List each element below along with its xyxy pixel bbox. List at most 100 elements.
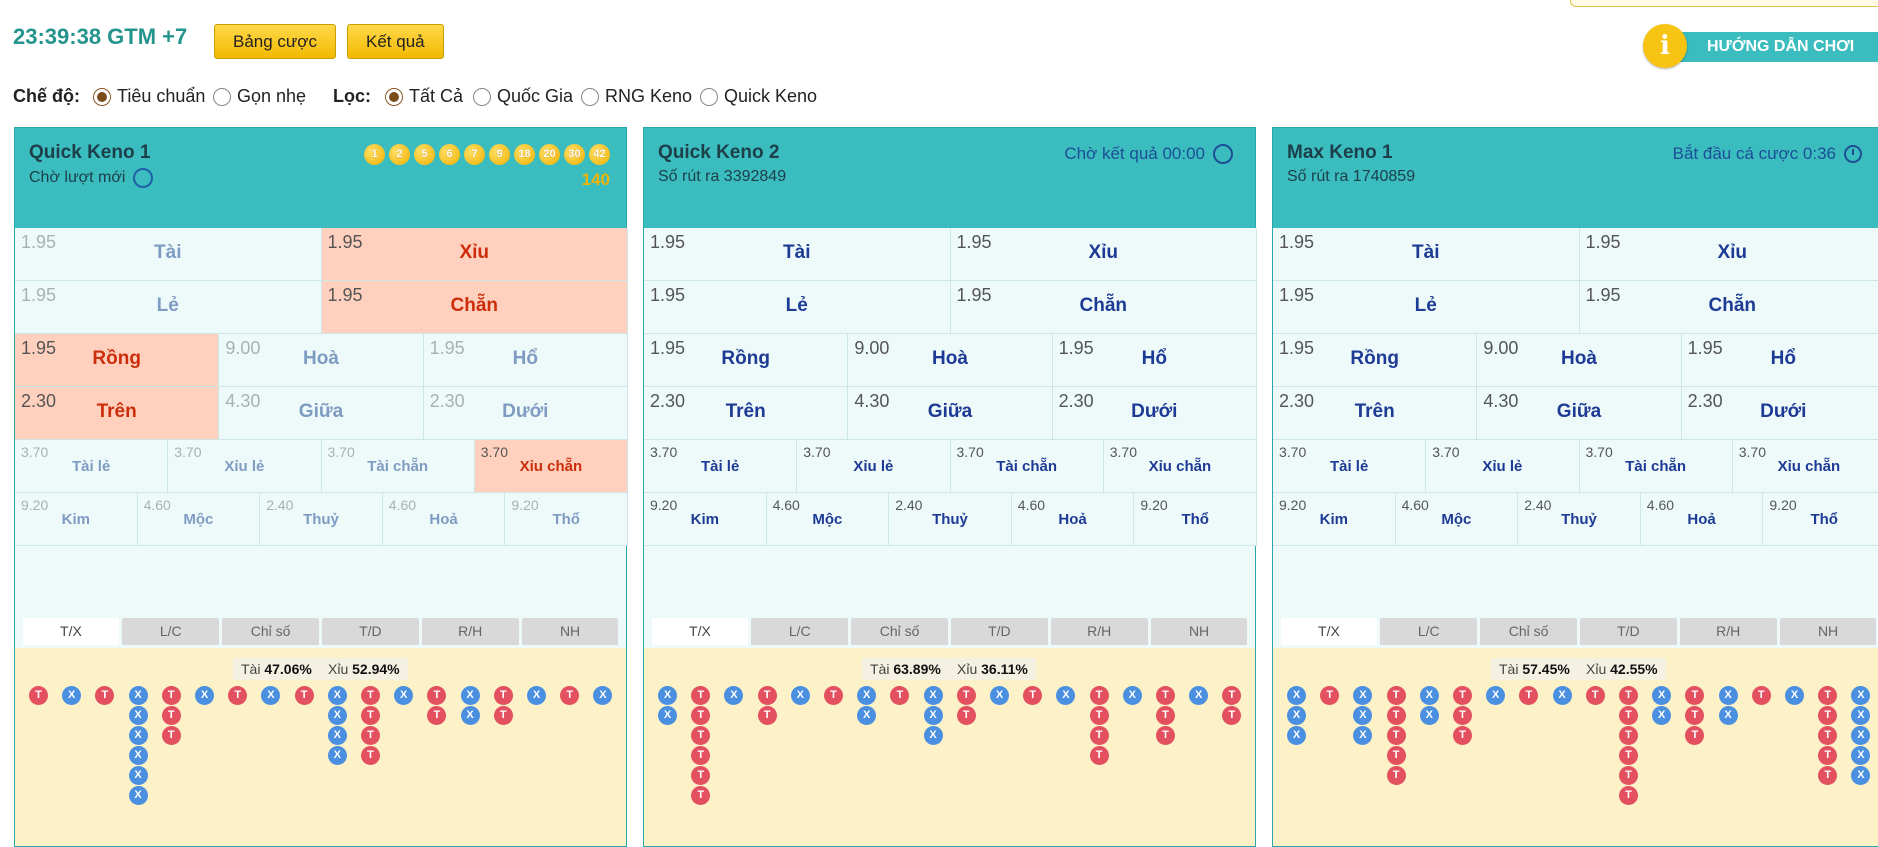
bet-cell-hoa[interactable]: 9.00Hoà <box>848 334 1052 387</box>
tab-chi-so[interactable]: Chỉ số <box>1480 618 1577 645</box>
bet-name: Tài chẵn <box>322 458 474 475</box>
bet-cell-giua[interactable]: 4.30Giữa <box>1477 387 1681 440</box>
bet-table-button[interactable]: Bảng cược <box>214 24 336 59</box>
bead-xiu: X <box>527 686 546 705</box>
radio-icon <box>385 88 403 106</box>
bet-cell-hoa[interactable]: 9.00Hoà <box>219 334 423 387</box>
bet-cell-xiu-chan[interactable]: 3.70Xỉu chẵn <box>1104 440 1257 493</box>
tai-value: 47.06% <box>264 661 311 677</box>
bet-cell-kim[interactable]: 9.20Kim <box>1273 493 1396 546</box>
bet-cell-tren[interactable]: 2.30Trên <box>1273 387 1477 440</box>
tab-l-c[interactable]: L/C <box>122 618 219 645</box>
tab-r-h[interactable]: R/H <box>1051 618 1148 645</box>
bead-tai: T <box>1222 686 1241 705</box>
bead-xiu: X <box>1851 686 1870 705</box>
mode-radio-standard[interactable]: Tiêu chuẩn <box>93 86 205 107</box>
tab-t-x[interactable]: T/X <box>652 618 749 645</box>
bet-cell-thuy[interactable]: 2.40Thuỷ <box>1518 493 1641 546</box>
bet-cell-rong[interactable]: 1.95Rồng <box>644 334 848 387</box>
bet-cell-hoa[interactable]: 4.60Hoả <box>1641 493 1764 546</box>
bet-cell-moc[interactable]: 4.60Mộc <box>767 493 890 546</box>
bet-cell-tai-chan[interactable]: 3.70Tài chẵn <box>322 440 475 493</box>
tab-r-h[interactable]: R/H <box>1680 618 1777 645</box>
bet-cell-tren[interactable]: 2.30Trên <box>15 387 219 440</box>
bet-cell-thuy[interactable]: 2.40Thuỷ <box>889 493 1012 546</box>
bead-xiu: X <box>1287 686 1306 705</box>
tab-t-d[interactable]: T/D <box>951 618 1048 645</box>
bead-xiu: X <box>924 706 943 725</box>
radio-icon <box>700 88 718 106</box>
bead-xiu: X <box>924 726 943 745</box>
bet-cell-duoi[interactable]: 2.30Dưới <box>1682 387 1878 440</box>
bet-cell-rong[interactable]: 1.95Rồng <box>15 334 219 387</box>
bet-cell-tai-le[interactable]: 3.70Tài lẻ <box>1273 440 1426 493</box>
game-panel-quick-keno-2: Quick Keno 2Số rút ra 3392849Chờ kết quả… <box>643 127 1256 847</box>
bet-name: Hoả <box>1012 511 1134 528</box>
tab-l-c[interactable]: L/C <box>751 618 848 645</box>
bet-cell-duoi[interactable]: 2.30Dưới <box>424 387 628 440</box>
bet-cell-tren[interactable]: 2.30Trên <box>644 387 848 440</box>
bet-cell-moc[interactable]: 4.60Mộc <box>138 493 261 546</box>
bet-cell-tai[interactable]: 1.95Tài <box>1273 228 1580 281</box>
filter-radio-all[interactable]: Tất Cả <box>385 86 463 107</box>
bet-cell-thuy[interactable]: 2.40Thuỷ <box>260 493 383 546</box>
bet-cell-xiu-le[interactable]: 3.70Xỉu lẻ <box>168 440 321 493</box>
bet-cell-hoa[interactable]: 9.00Hoà <box>1477 334 1681 387</box>
bet-cell-xiu-le[interactable]: 3.70Xỉu lẻ <box>1426 440 1579 493</box>
bead-tai: T <box>427 686 446 705</box>
bet-cell-tai-chan[interactable]: 3.70Tài chẵn <box>951 440 1104 493</box>
bet-cell-le[interactable]: 1.95Lẻ <box>644 281 951 334</box>
bet-cell-giua[interactable]: 4.30Giữa <box>219 387 423 440</box>
filter-radio-national[interactable]: Quốc Gia <box>473 86 573 107</box>
bet-cell-rong[interactable]: 1.95Rồng <box>1273 334 1477 387</box>
tab-t-d[interactable]: T/D <box>322 618 419 645</box>
bet-cell-ho[interactable]: 1.95Hổ <box>424 334 628 387</box>
bet-cell-le[interactable]: 1.95Lẻ <box>1273 281 1580 334</box>
bet-cell-chan[interactable]: 1.95Chẵn <box>1580 281 1878 334</box>
bet-cell-xiu[interactable]: 1.95Xỉu <box>1580 228 1878 281</box>
filter-radio-quick-keno[interactable]: Quick Keno <box>700 86 817 107</box>
bet-cell-chan[interactable]: 1.95Chẵn <box>322 281 629 334</box>
bet-name: Trên <box>644 401 847 423</box>
bead-tai: T <box>1453 706 1472 725</box>
tab-nh[interactable]: NH <box>1151 618 1248 645</box>
bet-cell-kim[interactable]: 9.20Kim <box>15 493 138 546</box>
help-button[interactable]: HƯỚNG DẪN CHƠI i <box>1643 22 1878 70</box>
bet-cell-xiu-le[interactable]: 3.70Xỉu lẻ <box>797 440 950 493</box>
bet-cell-chan[interactable]: 1.95Chẵn <box>951 281 1258 334</box>
bet-cell-tai-le[interactable]: 3.70Tài lẻ <box>644 440 797 493</box>
bet-cell-le[interactable]: 1.95Lẻ <box>15 281 322 334</box>
bet-cell-ho[interactable]: 1.95Hổ <box>1682 334 1878 387</box>
bet-cell-moc[interactable]: 4.60Mộc <box>1396 493 1519 546</box>
tab-r-h[interactable]: R/H <box>422 618 519 645</box>
tab-nh[interactable]: NH <box>522 618 619 645</box>
bet-cell-xiu[interactable]: 1.95Xỉu <box>322 228 629 281</box>
results-button[interactable]: Kết quả <box>347 24 444 59</box>
bead-tai: T <box>957 706 976 725</box>
bet-cell-kim[interactable]: 9.20Kim <box>644 493 767 546</box>
bet-cell-tho[interactable]: 9.20Thổ <box>1134 493 1257 546</box>
bet-cell-xiu-chan[interactable]: 3.70Xỉu chẵn <box>475 440 628 493</box>
tab-chi-so[interactable]: Chỉ số <box>851 618 948 645</box>
bet-cell-giua[interactable]: 4.30Giữa <box>848 387 1052 440</box>
tab-t-x[interactable]: T/X <box>23 618 120 645</box>
tab-t-d[interactable]: T/D <box>1580 618 1677 645</box>
bet-cell-tho[interactable]: 9.20Thổ <box>1763 493 1878 546</box>
bet-cell-xiu[interactable]: 1.95Xỉu <box>951 228 1258 281</box>
mode-radio-compact[interactable]: Gọn nhẹ <box>213 86 306 107</box>
bet-cell-duoi[interactable]: 2.30Dưới <box>1053 387 1257 440</box>
bet-cell-xiu-chan[interactable]: 3.70Xỉu chẵn <box>1733 440 1878 493</box>
tab-t-x[interactable]: T/X <box>1281 618 1378 645</box>
bet-cell-tai[interactable]: 1.95Tài <box>644 228 951 281</box>
bet-cell-hoa[interactable]: 4.60Hoả <box>383 493 506 546</box>
tab-nh[interactable]: NH <box>1780 618 1877 645</box>
bet-cell-ho[interactable]: 1.95Hổ <box>1053 334 1257 387</box>
bet-cell-hoa[interactable]: 4.60Hoả <box>1012 493 1135 546</box>
tab-l-c[interactable]: L/C <box>1380 618 1477 645</box>
filter-radio-rng-keno[interactable]: RNG Keno <box>581 86 692 107</box>
bet-cell-tho[interactable]: 9.20Thổ <box>505 493 628 546</box>
bet-cell-tai-chan[interactable]: 3.70Tài chẵn <box>1580 440 1733 493</box>
bet-cell-tai[interactable]: 1.95Tài <box>15 228 322 281</box>
tab-chi-so[interactable]: Chỉ số <box>222 618 319 645</box>
bet-cell-tai-le[interactable]: 3.70Tài lẻ <box>15 440 168 493</box>
